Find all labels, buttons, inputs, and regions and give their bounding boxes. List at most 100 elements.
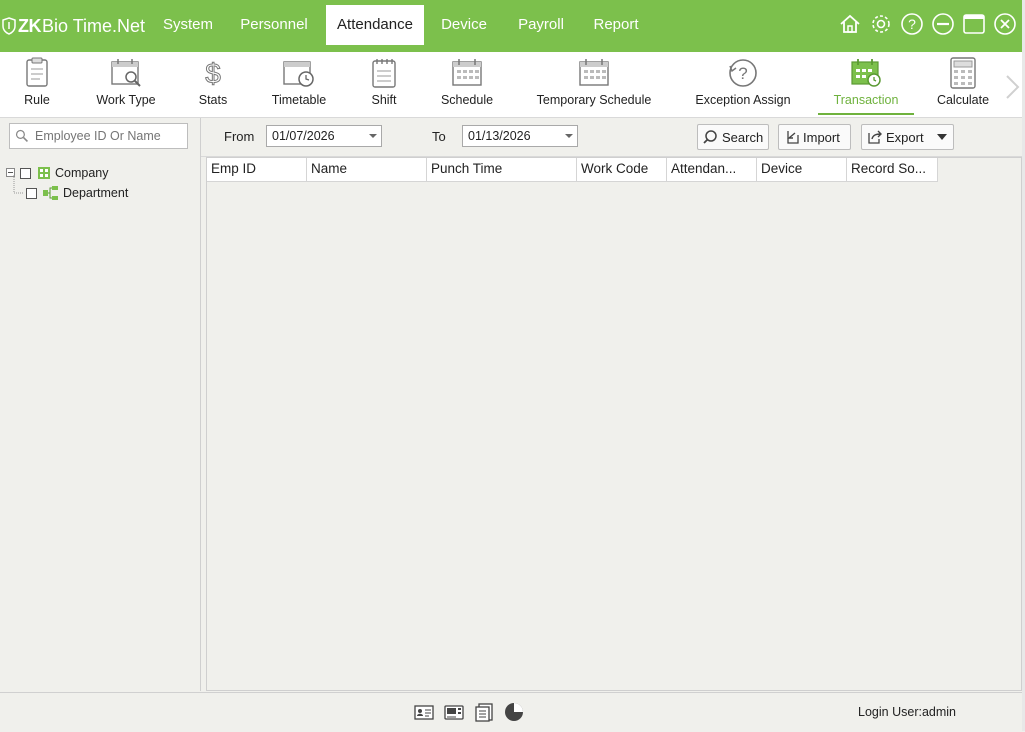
department-tree: Company Department [6,163,128,203]
tool-temporary-schedule[interactable]: Temporary Schedule [535,52,653,117]
tool-label: Stats [198,93,228,107]
dollar-icon: $ [205,58,222,90]
logo-zk: ZK [18,15,42,36]
calendar-clock-icon [283,61,314,87]
search-input[interactable] [33,128,187,144]
tool-label: Shift [371,93,397,107]
home-icon[interactable] [837,11,862,36]
tree-node-company: Company [6,163,128,183]
from-date-value: 01/07/2026 [272,129,335,143]
column-header[interactable]: Work Code [577,158,667,181]
column-header[interactable]: Name [307,158,427,181]
department-checkbox[interactable] [26,187,37,199]
tree-line [13,175,23,194]
maximize-icon[interactable] [961,11,986,36]
tool-stats[interactable]: $ Stats [190,52,236,117]
import-icon [787,131,799,144]
menu-payroll[interactable]: Payroll [513,5,569,45]
search-icon [15,129,28,142]
app-logo: ZK Bio Time.Net [2,13,145,39]
search-button[interactable]: Search [697,124,769,150]
help-icon[interactable]: ? [899,11,924,36]
column-header[interactable]: Device [757,158,847,181]
menu-system[interactable]: System [158,5,218,45]
login-user: Login User:admin [858,705,956,719]
tool-label: Rule [24,93,50,107]
filter-bar: From 01/07/2026 To 01/13/2026 Search Imp… [201,118,1022,157]
top-bar: ZK Bio Time.Net System Personnel Attendan… [0,0,1022,52]
company-icon [38,167,50,179]
company-label[interactable]: Company [55,166,109,180]
tool-transaction[interactable]: Transaction [818,52,914,117]
notepad-icon [372,59,396,88]
from-date-field[interactable]: 01/07/2026 [266,125,382,147]
menu-device[interactable]: Device [436,5,492,45]
shield-icon [2,17,16,35]
to-date-field[interactable]: 01/13/2026 [462,125,578,147]
device-icon[interactable] [443,701,465,723]
from-label: From [224,129,255,144]
svg-text:?: ? [908,16,916,32]
tool-calculate[interactable]: Calculate [934,52,992,117]
clipboard-icon [26,57,48,87]
column-header[interactable]: Attendan... [667,158,757,181]
calculator-icon [950,57,976,89]
search-box[interactable] [9,123,188,149]
import-button-label: Import [803,129,840,145]
export-button-label: Export [886,129,924,145]
tool-work-type[interactable]: Work Type [90,52,162,117]
pie-chart-icon[interactable] [503,701,525,723]
question-refresh-icon: ? [729,59,757,87]
toolbar: Rule Work Type $ Stats Timetable Shift S… [0,52,1022,118]
dropdown-arrow-icon [369,134,377,138]
chevron-right-icon[interactable] [1001,72,1023,102]
export-button[interactable]: Export [861,124,954,150]
transaction-grid: Emp ID Name Punch Time Work Code Attenda… [206,157,1022,691]
logo-text: Bio Time.Net [42,15,146,36]
tool-exception-assign[interactable]: ? Exception Assign [693,52,793,117]
calendar-green-icon [851,59,881,87]
tool-label: Calculate [936,93,990,107]
search-button-label: Search [722,129,764,145]
tool-label: Timetable [271,93,327,107]
status-bar: Login User:admin [0,692,1022,732]
tool-rule[interactable]: Rule [12,52,62,117]
svg-text:$: $ [205,58,221,89]
tool-label: Work Type [96,93,156,107]
department-label[interactable]: Department [63,186,128,200]
window-controls: ? [837,11,1017,36]
tool-label: Schedule [440,93,494,107]
menu-report[interactable]: Report [588,5,644,45]
tool-timetable[interactable]: Timetable [266,52,332,117]
menu-personnel[interactable]: Personnel [236,5,312,45]
calendar-icon [452,59,482,86]
tool-shift[interactable]: Shift [362,52,406,117]
calendar-icon [579,59,609,86]
tree-node-department: Department [13,175,128,203]
column-header[interactable]: Record So... [847,158,938,181]
to-label: To [432,129,446,144]
tool-label: Temporary Schedule [536,93,652,107]
tool-label: Transaction [833,93,899,107]
id-card-icon[interactable] [413,701,435,723]
document-icon[interactable] [473,701,495,723]
dropdown-arrow-icon [565,134,573,138]
grid-header: Emp ID Name Punch Time Work Code Attenda… [207,158,938,182]
gear-icon[interactable] [868,11,893,36]
column-header[interactable]: Emp ID [207,158,307,181]
search-icon [703,130,717,144]
department-icon [43,186,58,200]
close-icon[interactable] [992,11,1017,36]
chevron-down-icon[interactable] [936,133,948,141]
left-panel: Company Department [0,118,201,691]
menu-attendance[interactable]: Attendance [326,5,424,45]
to-date-value: 01/13/2026 [468,129,531,143]
export-icon [868,130,882,144]
tool-schedule[interactable]: Schedule [437,52,497,117]
minimize-icon[interactable] [930,11,955,36]
column-header[interactable]: Punch Time [427,158,577,181]
import-button[interactable]: Import [778,124,851,150]
calendar-search-icon [111,59,141,87]
tool-label: Exception Assign [695,93,791,107]
svg-text:?: ? [738,64,747,83]
